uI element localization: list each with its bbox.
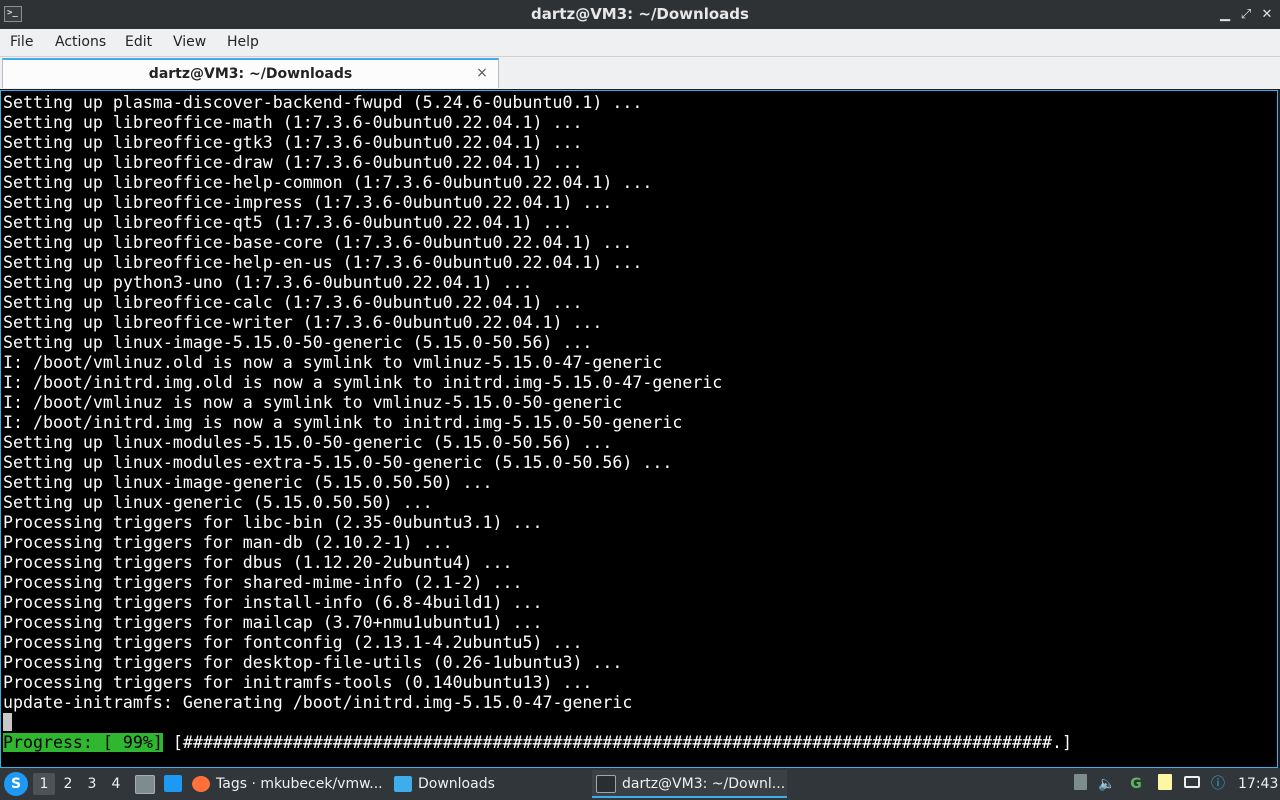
terminal-line: I: /boot/initrd.img is now a symlink to … — [3, 413, 683, 432]
terminal-line: Setting up linux-generic (5.15.0.50.50) … — [3, 493, 433, 512]
desktop-pager-4[interactable]: 4 — [105, 773, 127, 795]
task-firefox-label: Tags · mkubecek/vmw... — [216, 776, 383, 792]
terminal-cursor — [3, 713, 12, 731]
archive-manager-icon[interactable] — [135, 775, 155, 794]
terminal-line: Setting up libreoffice-qt5 (1:7.3.6-0ubu… — [3, 213, 573, 232]
terminal-line: Processing triggers for initramfs-tools … — [3, 673, 593, 692]
terminal-line: Processing triggers for mailcap (3.70+nm… — [3, 613, 543, 632]
close-icon[interactable]: ✕ — [1258, 6, 1276, 24]
task-downloads[interactable]: Downloads — [394, 770, 584, 798]
terminal-line: Processing triggers for man-db (2.10.2-1… — [3, 533, 453, 552]
task-terminal-label: dartz@VM3: ~/Downl... — [622, 776, 786, 792]
minimize-icon[interactable]: ▁ — [1216, 6, 1234, 24]
firefox-icon — [192, 776, 210, 792]
desktop-pager-3[interactable]: 3 — [81, 773, 103, 795]
menu-bar: File Actions Edit View Help — [0, 29, 1280, 57]
window-titlebar[interactable]: >_ dartz@VM3: ~/Downloads ▁ ⤢ ✕ — [0, 0, 1280, 29]
notifications-icon[interactable]: ⓘ — [1208, 774, 1228, 794]
window-title: dartz@VM3: ~/Downloads — [531, 5, 749, 23]
progress-label: Progress: [ 99%] — [3, 733, 163, 752]
clock[interactable]: 17:43 — [1238, 768, 1278, 800]
desktop-pager-2[interactable]: 2 — [57, 773, 79, 795]
menu-help[interactable]: Help — [227, 29, 259, 56]
terminal-line: Processing triggers for fontconfig (2.13… — [3, 633, 583, 652]
terminal-line: Processing triggers for libc-bin (2.35-0… — [3, 513, 543, 532]
terminal-line: Setting up libreoffice-math (1:7.3.6-0ub… — [3, 113, 583, 132]
menu-file[interactable]: File — [10, 29, 33, 56]
application-launcher-icon[interactable]: S — [4, 772, 28, 796]
terminal-line: Setting up linux-image-5.15.0-50-generic… — [3, 333, 593, 352]
terminal-line: I: /boot/vmlinuz is now a symlink to vml… — [3, 393, 623, 412]
terminal-line: Setting up libreoffice-help-en-us (1:7.3… — [3, 253, 643, 272]
terminal-view[interactable]: Setting up plasma-discover-backend-fwupd… — [0, 90, 1278, 768]
tab-label: dartz@VM3: ~/Downloads — [148, 66, 353, 82]
clipboard-icon[interactable] — [1070, 774, 1090, 794]
terminal-line: Setting up libreoffice-calc (1:7.3.6-0ub… — [3, 293, 583, 312]
maximize-icon[interactable]: ⤢ — [1237, 6, 1255, 24]
terminal-scrollbar[interactable] — [1269, 91, 1277, 767]
terminal-line: Processing triggers for dbus (1.12.20-2u… — [3, 553, 513, 572]
terminal-line: Setting up libreoffice-draw (1:7.3.6-0ub… — [3, 153, 583, 172]
tab-terminal-session[interactable]: dartz@VM3: ~/Downloads × — [2, 58, 499, 88]
terminal-line: Setting up libreoffice-writer (1:7.3.6-0… — [3, 313, 603, 332]
terminal-line: Setting up linux-modules-5.15.0-50-gener… — [3, 433, 613, 452]
task-terminal[interactable]: dartz@VM3: ~/Downl... — [592, 770, 787, 798]
task-downloads-label: Downloads — [418, 776, 495, 792]
show-desktop-icon[interactable] — [164, 775, 182, 792]
folder-icon — [394, 776, 412, 792]
network-icon[interactable] — [1182, 774, 1202, 794]
notes-tray-icon[interactable] — [1155, 774, 1175, 794]
terminal-line: update-initramfs: Generating /boot/initr… — [3, 693, 633, 712]
terminal-line: Processing triggers for desktop-file-uti… — [3, 653, 623, 672]
terminal-line: Setting up python3-uno (1:7.3.6-0ubuntu0… — [3, 273, 533, 292]
terminal-line: Setting up libreoffice-help-common (1:7.… — [3, 173, 653, 192]
volume-icon[interactable]: 🔈 — [1097, 774, 1117, 794]
task-firefox[interactable]: Tags · mkubecek/vmw... — [192, 770, 388, 798]
menu-edit[interactable]: Edit — [125, 29, 152, 56]
terminal-icon — [596, 775, 616, 793]
terminal-line: I: /boot/initrd.img.old is now a symlink… — [3, 373, 723, 392]
terminal-line: Processing triggers for shared-mime-info… — [3, 573, 523, 592]
terminal-line: Setting up plasma-discover-backend-fwupd… — [3, 93, 643, 112]
desktop-pager-1[interactable]: 1 — [33, 773, 55, 795]
terminal-line: Setting up linux-modules-extra-5.15.0-50… — [3, 453, 673, 472]
terminal-line: Setting up linux-image-generic (5.15.0.5… — [3, 473, 493, 492]
terminal-line: Setting up libreoffice-impress (1:7.3.6-… — [3, 193, 613, 212]
menu-view[interactable]: View — [173, 29, 206, 56]
taskbar: S 1 2 3 4 Tags · mkubecek/vmw... Downloa… — [0, 768, 1280, 800]
tab-close-icon[interactable]: × — [474, 65, 490, 81]
terminal-line: Setting up libreoffice-gtk3 (1:7.3.6-0ub… — [3, 133, 583, 152]
menu-actions[interactable]: Actions — [55, 29, 106, 56]
tab-bar: dartz@VM3: ~/Downloads × — [0, 57, 1280, 89]
progress-row: Progress: [ 99%] [######################… — [3, 733, 1082, 753]
terminal-line: Setting up libreoffice-base-core (1:7.3.… — [3, 233, 633, 252]
terminal-line: I: /boot/vmlinuz.old is now a symlink to… — [3, 353, 663, 372]
g-app-tray-icon[interactable]: G — [1126, 774, 1146, 794]
progress-bar-text: [#######################################… — [162, 733, 1082, 752]
terminal-line: Processing triggers for install-info (6.… — [3, 593, 543, 612]
terminal-output: Setting up plasma-discover-backend-fwupd… — [3, 93, 722, 713]
